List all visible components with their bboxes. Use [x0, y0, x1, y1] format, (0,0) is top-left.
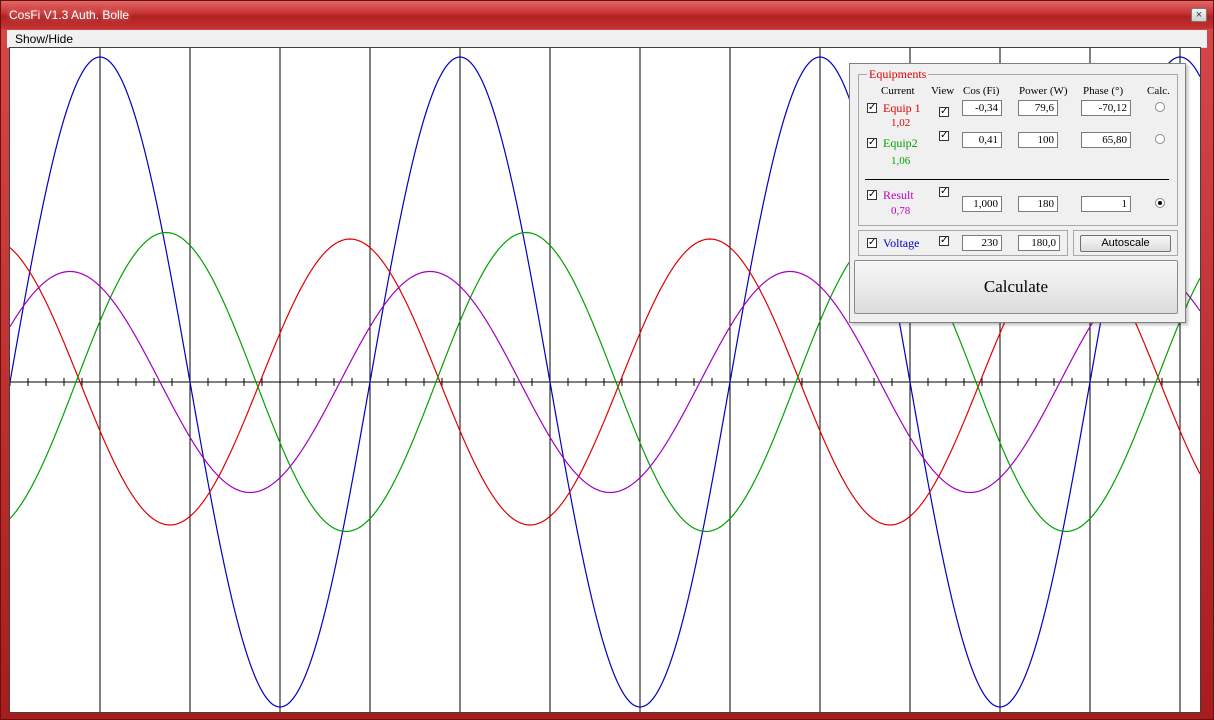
equip2-phase-field[interactable]: 65,80	[1081, 132, 1131, 148]
window-title: CosFi V1.3 Auth. Bolle	[9, 8, 130, 22]
equipments-panel: Equipments Current View Cos (Fi) Power (…	[849, 63, 1186, 323]
voltage-value-field[interactable]: 230	[962, 235, 1002, 251]
equip2-cos-field[interactable]: 0,41	[962, 132, 1002, 148]
header-calc: Calc.	[1147, 85, 1170, 97]
equip1-checkbox[interactable]: ✓	[867, 103, 877, 113]
header-power: Power (W)	[1019, 85, 1068, 97]
result-name: Result	[883, 188, 914, 202]
header-cos: Cos (Fi)	[963, 85, 1000, 97]
separator-line	[865, 179, 1169, 180]
menu-bar: Show/Hide	[7, 30, 1207, 48]
equip1-phase-field[interactable]: -70,12	[1081, 100, 1131, 116]
equip2-checkbox[interactable]: ✓	[867, 138, 877, 148]
voltage-value2-field[interactable]: 180,0	[1018, 235, 1060, 251]
close-button[interactable]: ×	[1191, 8, 1207, 22]
group-title: Equipments	[867, 67, 929, 82]
header-view: View	[931, 85, 955, 97]
title-bar[interactable]: CosFi V1.3 Auth. Bolle ×	[1, 1, 1213, 29]
equip1-cos-field[interactable]: -0,34	[962, 100, 1002, 116]
equip2-view-checkbox[interactable]: ✓	[939, 131, 949, 141]
equipments-group: Equipments Current View Cos (Fi) Power (…	[858, 67, 1178, 226]
result-view-checkbox[interactable]: ✓	[939, 187, 949, 197]
header-phase: Phase (°)	[1083, 85, 1124, 97]
equip2-current: 1,06	[891, 155, 911, 167]
calculate-button[interactable]: Calculate	[854, 260, 1178, 314]
voltage-checkbox[interactable]: ✓	[867, 238, 877, 248]
voltage-name: Voltage	[883, 236, 920, 250]
equip1-power-field[interactable]: 79,6	[1018, 100, 1058, 116]
equip1-current: 1,02	[891, 117, 911, 129]
equip1-name: Equip 1	[883, 101, 921, 115]
equip1-calc-radio[interactable]	[1155, 102, 1165, 112]
equip2-calc-radio[interactable]	[1155, 134, 1165, 144]
voltage-group: ✓ Voltage ✓ 230 180,0	[858, 230, 1068, 256]
autoscale-group: Autoscale	[1073, 230, 1178, 256]
equip2-power-field[interactable]: 100	[1018, 132, 1058, 148]
result-cos-field[interactable]: 1,000	[962, 196, 1002, 212]
app-window: CosFi V1.3 Auth. Bolle × Show/Hide Equip…	[0, 0, 1214, 720]
autoscale-button[interactable]: Autoscale	[1080, 235, 1171, 252]
equip1-view-checkbox[interactable]: ✓	[939, 107, 949, 117]
header-current: Current	[881, 85, 915, 97]
result-phase-field[interactable]: 1	[1081, 196, 1131, 212]
result-current: 0,78	[891, 205, 911, 217]
voltage-view-checkbox[interactable]: ✓	[939, 236, 949, 246]
equip2-name: Equip2	[883, 136, 918, 150]
result-checkbox[interactable]: ✓	[867, 190, 877, 200]
result-calc-radio[interactable]	[1155, 198, 1165, 208]
result-power-field[interactable]: 180	[1018, 196, 1058, 212]
menu-show-hide[interactable]: Show/Hide	[15, 32, 73, 46]
